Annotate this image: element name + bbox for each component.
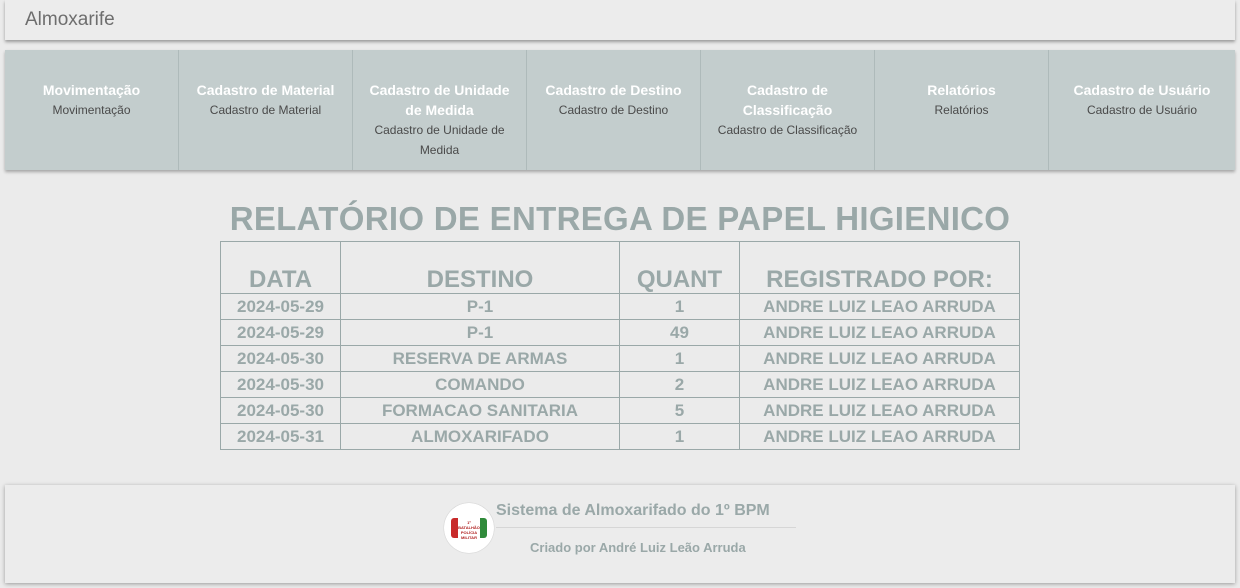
nav-item-cadastro-material[interactable]: Cadastro de Material Cadastro de Materia… bbox=[179, 50, 353, 170]
nav-item-relatorios[interactable]: Relatórios Relatórios bbox=[875, 50, 1049, 170]
nav-item-title: Relatórios bbox=[927, 82, 996, 98]
footer-divider bbox=[496, 527, 796, 528]
cell-quant: 2 bbox=[619, 371, 740, 398]
column-header-quant: QUANT bbox=[619, 241, 740, 294]
cell-data: 2024-05-29 bbox=[220, 293, 341, 320]
column-header-destino: DESTINO bbox=[340, 241, 620, 294]
nav-item-cadastro-unidade-medida[interactable]: Cadastro de Unidade de Medida Cadastro d… bbox=[353, 50, 527, 170]
table-row: 2024-05-31 ALMOXARIFADO 1 ANDRE LUIZ LEA… bbox=[220, 423, 1020, 450]
cell-quant: 49 bbox=[619, 319, 740, 346]
nav-item-cadastro-classificacao[interactable]: Cadastro de Classificação Cadastro de Cl… bbox=[701, 50, 875, 170]
cell-registrado-por: ANDRE LUIZ LEAO ARRUDA bbox=[739, 319, 1020, 346]
table-row: 2024-05-30 COMANDO 2 ANDRE LUIZ LEAO ARR… bbox=[220, 371, 1020, 398]
cell-destino: P-1 bbox=[340, 319, 620, 346]
footer-credit: Criado por André Luiz Leão Arruda bbox=[530, 540, 746, 555]
cell-destino: COMANDO bbox=[340, 371, 620, 398]
nav-item-subtitle: Movimentação bbox=[52, 103, 131, 117]
cell-quant: 1 bbox=[619, 345, 740, 372]
nav-item-cadastro-usuario[interactable]: Cadastro de Usuário Cadastro de Usuário bbox=[1049, 50, 1235, 170]
cell-destino: P-1 bbox=[340, 293, 620, 320]
cell-registrado-por: ANDRE LUIZ LEAO ARRUDA bbox=[739, 423, 1020, 450]
cell-registrado-por: ANDRE LUIZ LEAO ARRUDA bbox=[739, 345, 1020, 372]
cell-registrado-por: ANDRE LUIZ LEAO ARRUDA bbox=[739, 293, 1020, 320]
nav-item-title: Cadastro de Material bbox=[196, 82, 335, 98]
nav-item-movimentacao[interactable]: Movimentação Movimentação bbox=[5, 50, 179, 170]
nav-item-title: Cadastro de Classificação bbox=[742, 82, 833, 118]
table-header-row: DATA DESTINO QUANT REGISTRADO POR: bbox=[220, 241, 1020, 294]
table-row: 2024-05-29 P-1 49 ANDRE LUIZ LEAO ARRUDA bbox=[220, 319, 1020, 346]
top-bar: Almoxarife bbox=[5, 0, 1235, 40]
cell-destino: FORMACAO SANITARIA bbox=[340, 397, 620, 424]
cell-destino: ALMOXARIFADO bbox=[340, 423, 620, 450]
brand-link[interactable]: Almoxarife bbox=[25, 9, 115, 31]
cell-registrado-por: ANDRE LUIZ LEAO ARRUDA bbox=[739, 371, 1020, 398]
column-header-registrado-por: REGISTRADO POR: bbox=[739, 241, 1020, 294]
nav-item-cadastro-destino[interactable]: Cadastro de Destino Cadastro de Destino bbox=[527, 50, 701, 170]
table-row: 2024-05-29 P-1 1 ANDRE LUIZ LEAO ARRUDA bbox=[220, 293, 1020, 320]
logo-text: 1º BATALHÃO POLÍCIA MILITAR bbox=[458, 520, 480, 540]
nav-item-title: Movimentação bbox=[42, 82, 141, 98]
column-header-data: DATA bbox=[220, 241, 341, 294]
cell-data: 2024-05-30 bbox=[220, 397, 341, 424]
nav-item-subtitle: Relatórios bbox=[934, 103, 989, 117]
cell-registrado-por: ANDRE LUIZ LEAO ARRUDA bbox=[739, 397, 1020, 424]
nav-item-title: Cadastro de Usuário bbox=[1073, 82, 1211, 98]
battalion-logo: 1º BATALHÃO POLÍCIA MILITAR bbox=[444, 503, 494, 553]
cell-quant: 1 bbox=[619, 423, 740, 450]
nav-item-subtitle: Cadastro de Classificação bbox=[717, 123, 858, 137]
nav-item-subtitle: Cadastro de Destino bbox=[558, 103, 669, 117]
report-title: RELATÓRIO DE ENTREGA DE PAPEL HIGIENICO bbox=[229, 200, 1011, 237]
nav-item-title: Cadastro de Unidade de Medida bbox=[369, 82, 510, 118]
report-table: DATA DESTINO QUANT REGISTRADO POR: 2024-… bbox=[220, 241, 1020, 450]
cell-data: 2024-05-30 bbox=[220, 371, 341, 398]
nav-item-subtitle: Cadastro de Material bbox=[209, 103, 322, 117]
main-nav: Movimentação Movimentação Cadastro de Ma… bbox=[5, 50, 1235, 170]
cell-data: 2024-05-31 bbox=[220, 423, 341, 450]
nav-item-subtitle: Cadastro de Unidade de Medida bbox=[374, 123, 505, 157]
table-row: 2024-05-30 FORMACAO SANITARIA 5 ANDRE LU… bbox=[220, 397, 1020, 424]
footer: 1º BATALHÃO POLÍCIA MILITAR Sistema de A… bbox=[5, 485, 1235, 583]
cell-data: 2024-05-29 bbox=[220, 319, 341, 346]
cell-quant: 1 bbox=[619, 293, 740, 320]
footer-title: Sistema de Almoxarifado do 1º BPM bbox=[496, 502, 770, 519]
cell-destino: RESERVA DE ARMAS bbox=[340, 345, 620, 372]
nav-item-title: Cadastro de Destino bbox=[545, 82, 682, 98]
table-row: 2024-05-30 RESERVA DE ARMAS 1 ANDRE LUIZ… bbox=[220, 345, 1020, 372]
cell-quant: 5 bbox=[619, 397, 740, 424]
cell-data: 2024-05-30 bbox=[220, 345, 341, 372]
nav-item-subtitle: Cadastro de Usuário bbox=[1086, 103, 1198, 117]
